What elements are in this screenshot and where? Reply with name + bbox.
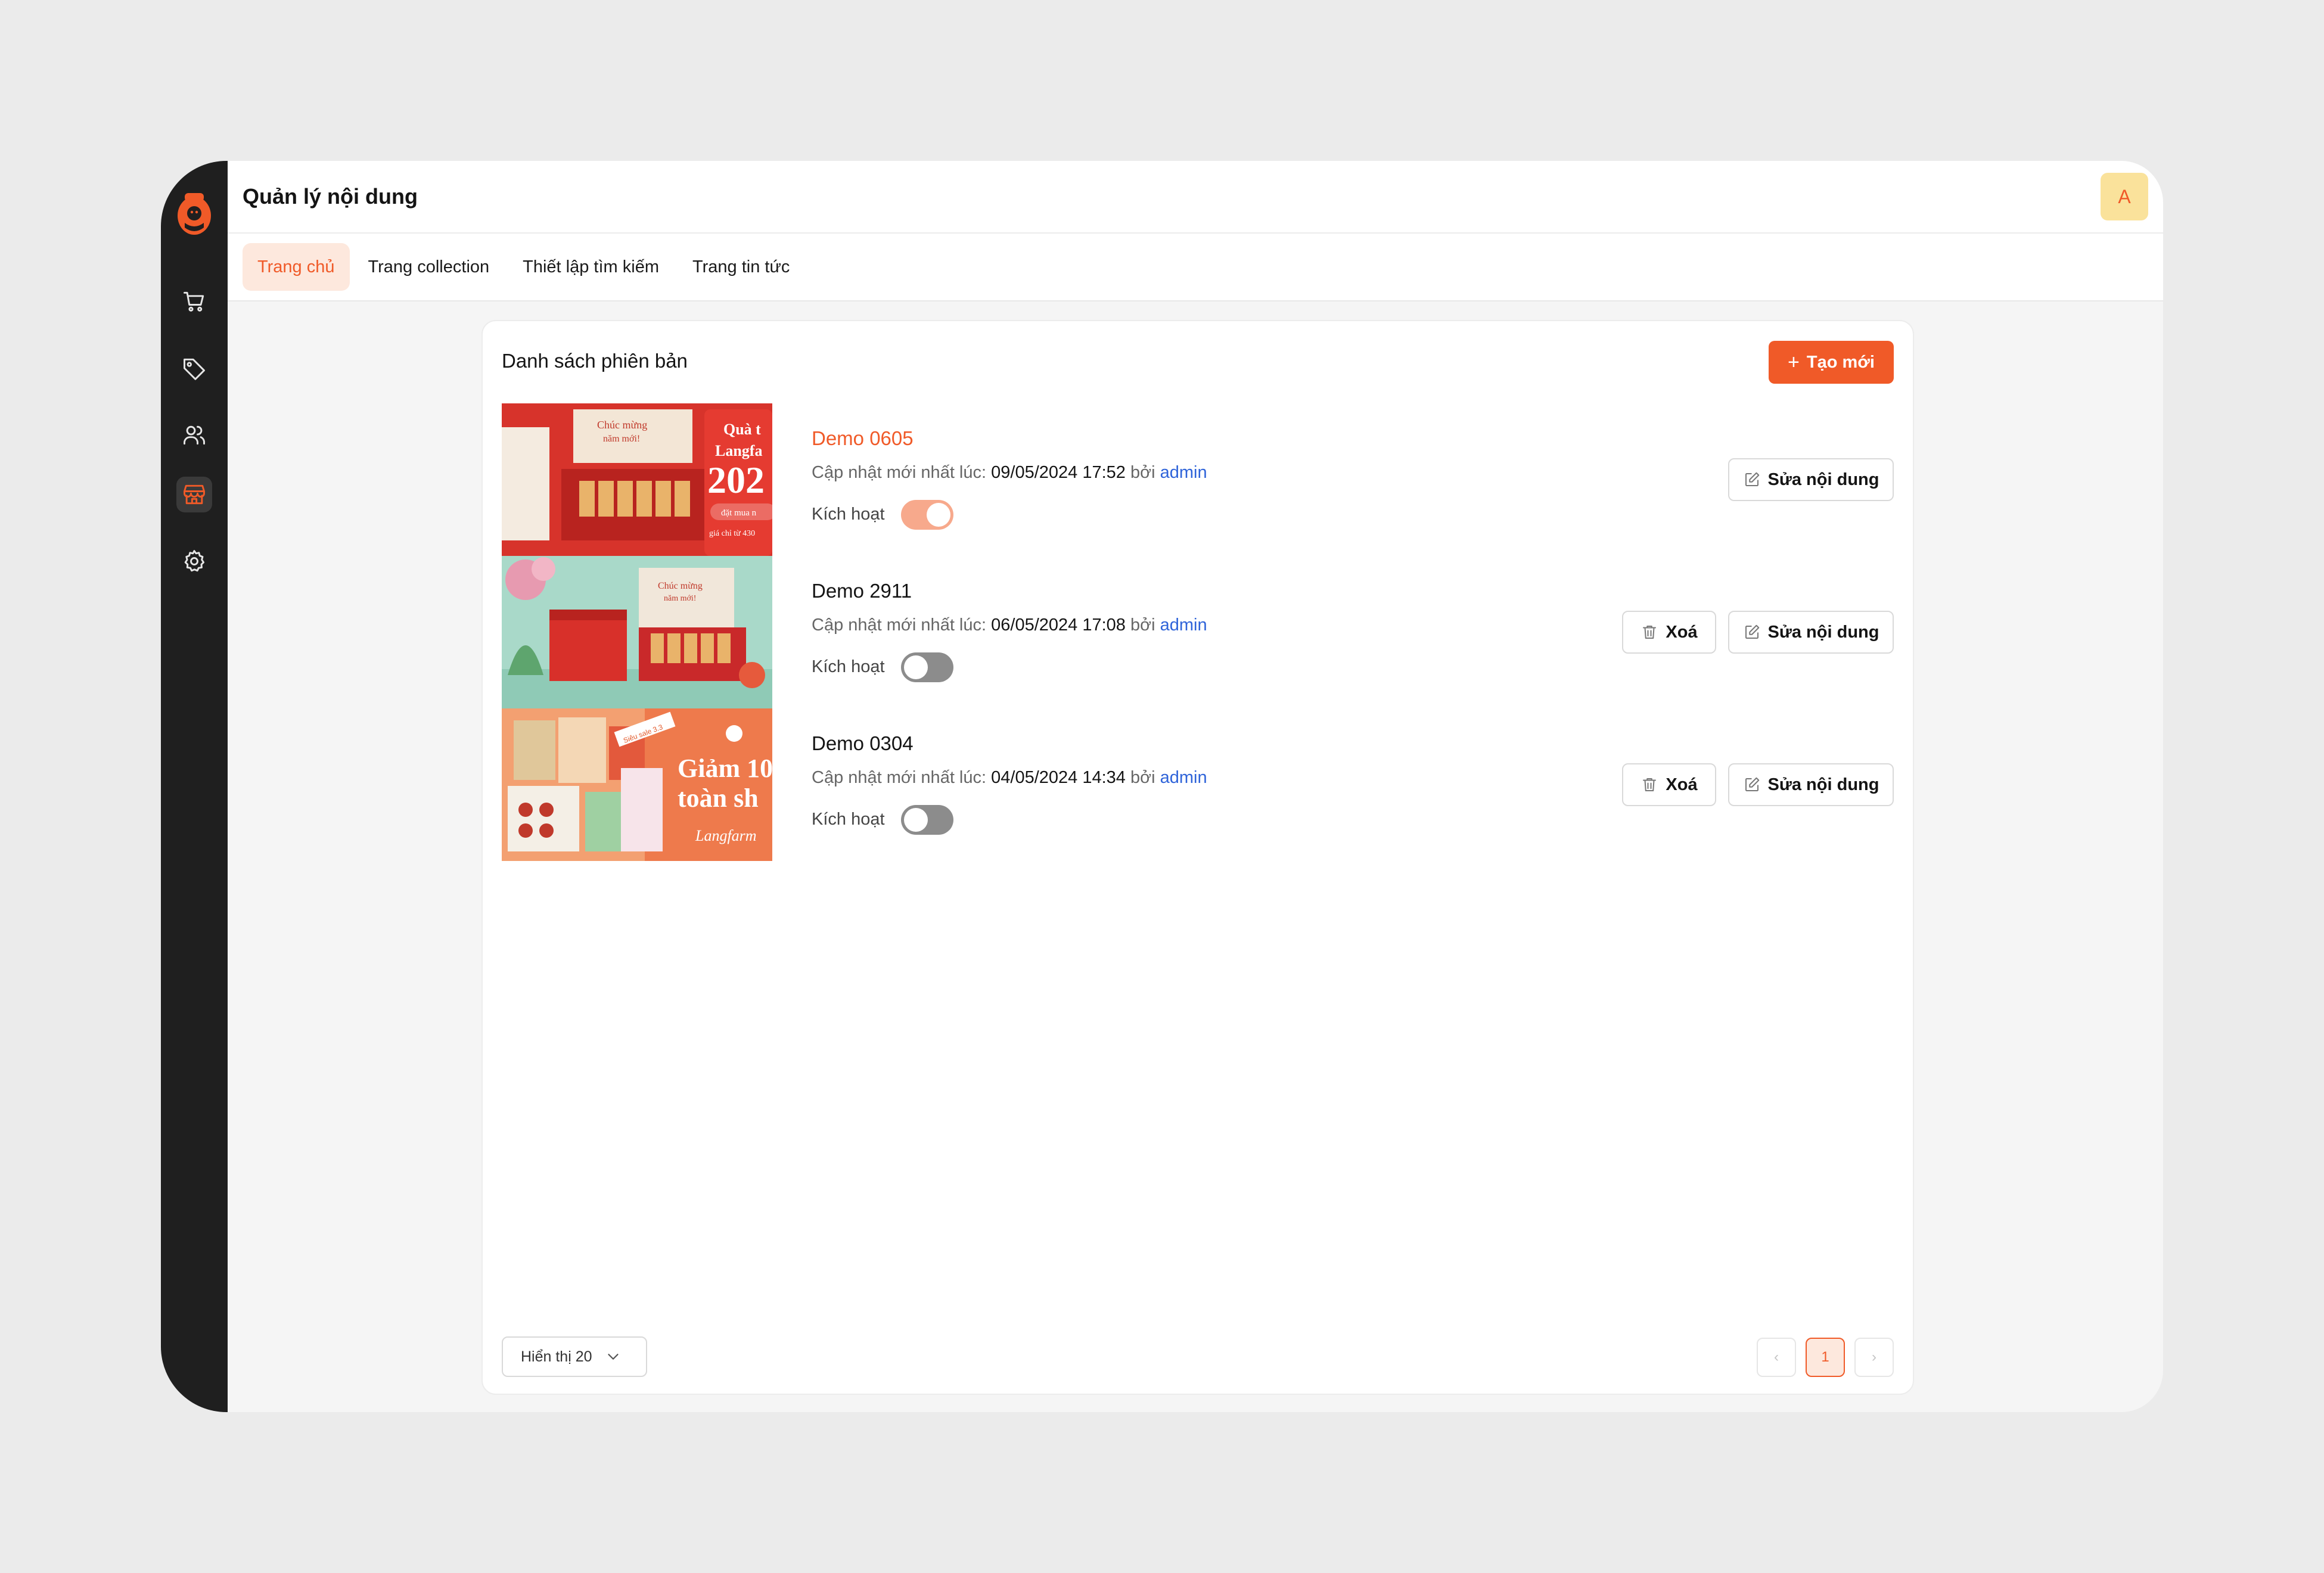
sidebar-item-content[interactable] <box>176 477 212 512</box>
active-toggle[interactable] <box>901 500 953 530</box>
chevron-down-icon <box>607 1354 619 1360</box>
gear-icon <box>184 550 205 572</box>
updated-at: 06/05/2024 17:08 <box>991 615 1126 635</box>
version-meta: Cập nhật mới nhất lúc: 09/05/2024 17:52 … <box>812 463 1207 483</box>
card-title: Danh sách phiên bản <box>502 350 688 372</box>
tab-news[interactable]: Trang tin tức <box>678 243 804 291</box>
delete-button-label: Xoá <box>1666 622 1698 642</box>
edit-content-button[interactable]: Sửa nội dung <box>1728 611 1894 654</box>
version-thumbnail[interactable]: Chúc mừng năm mới! Quà t Langfa 202 đặt … <box>502 403 772 556</box>
top-bar: Quản lý nội dung A <box>228 161 2163 234</box>
delete-button[interactable]: Xoá <box>1622 611 1716 654</box>
trash-icon <box>1643 778 1657 791</box>
version-meta: Cập nhật mới nhất lúc: 04/05/2024 14:34 … <box>812 768 1207 788</box>
storefront-icon <box>184 484 205 505</box>
banner-text: Quà t <box>723 421 761 438</box>
sidebar-item-customers[interactable] <box>176 417 212 453</box>
banner-text: toàn sh <box>678 784 759 813</box>
updated-at: 09/05/2024 17:52 <box>991 463 1126 482</box>
active-label: Kích hoạt <box>812 657 885 676</box>
plus-icon: + <box>1788 351 1800 374</box>
version-name[interactable]: Demo 0304 <box>812 732 914 755</box>
sidebar <box>161 161 228 1412</box>
edit-icon <box>1745 472 1759 486</box>
page-title: Quản lý nội dung <box>243 184 418 209</box>
banner-text: giá chỉ từ 430 <box>709 529 755 538</box>
active-toggle[interactable] <box>901 805 953 835</box>
banner-text: đặt mua n <box>721 508 757 518</box>
version-thumbnail[interactable]: Chúc mừng năm mới! <box>502 556 772 708</box>
version-thumbnail[interactable]: Siêu sale 3.3 Giảm 10 toàn sh Langfarm <box>502 708 772 861</box>
delete-button-label: Xoá <box>1666 775 1698 794</box>
sidebar-item-settings[interactable] <box>176 543 212 579</box>
users-icon <box>184 425 205 445</box>
toggle-knob <box>927 503 950 527</box>
list-item: Chúc mừng năm mới! Demo 2911 Cập nhật mớ… <box>502 556 1894 708</box>
avatar[interactable]: A <box>2101 173 2148 220</box>
active-label: Kích hoạt <box>812 505 885 524</box>
updated-by-link[interactable]: admin <box>1160 768 1207 787</box>
banner-text: Chúc mừng <box>658 581 703 591</box>
tab-home[interactable]: Trang chủ <box>243 243 350 291</box>
toggle-knob <box>904 655 928 679</box>
prev-page-button[interactable]: ‹ <box>1757 1338 1796 1377</box>
delete-button[interactable]: Xoá <box>1622 763 1716 806</box>
updated-at: 04/05/2024 14:34 <box>991 768 1126 787</box>
banner-text: năm mới! <box>603 434 640 444</box>
version-list-card: Danh sách phiên bản + Tạo mới Chúc mừng … <box>481 320 1914 1395</box>
brand-logo[interactable] <box>176 185 212 238</box>
page-button-current[interactable]: 1 <box>1806 1338 1845 1377</box>
banner-text: Langfa <box>715 442 762 459</box>
updated-by-link[interactable]: admin <box>1160 615 1207 635</box>
trash-icon <box>1643 626 1657 639</box>
tag-icon <box>184 358 205 380</box>
by-label: bởi <box>1130 768 1155 787</box>
updated-by-link[interactable]: admin <box>1160 463 1207 482</box>
by-label: bởi <box>1130 615 1155 635</box>
banner-text: 202 <box>707 459 765 501</box>
active-label: Kích hoạt <box>812 810 885 829</box>
edit-button-label: Sửa nội dung <box>1767 775 1879 794</box>
by-label: bởi <box>1130 463 1155 482</box>
toggle-knob <box>904 808 928 832</box>
page-size-label: Hiển thị 20 <box>521 1348 592 1365</box>
meta-prefix: Cập nhật mới nhất lúc: <box>812 768 987 787</box>
banner-text: Langfarm <box>695 827 757 844</box>
create-button-label: Tạo mới <box>1806 352 1875 372</box>
list-item: Siêu sale 3.3 Giảm 10 toàn sh Langfarm D… <box>502 708 1894 861</box>
edit-button-label: Sửa nội dung <box>1767 622 1879 642</box>
version-meta: Cập nhật mới nhất lúc: 06/05/2024 17:08 … <box>812 615 1207 635</box>
cart-icon <box>184 291 204 312</box>
edit-button-label: Sửa nội dung <box>1767 470 1879 489</box>
list-item: Chúc mừng năm mới! Quà t Langfa 202 đặt … <box>502 403 1894 556</box>
edit-icon <box>1745 777 1759 791</box>
tab-search-settings[interactable]: Thiết lập tìm kiếm <box>508 243 674 291</box>
pagination: ‹ 1 › <box>1757 1338 1894 1377</box>
sidebar-item-orders[interactable] <box>176 284 212 319</box>
edit-content-button[interactable]: Sửa nội dung <box>1728 458 1894 501</box>
sidebar-item-promotions[interactable] <box>176 350 212 386</box>
active-toggle[interactable] <box>901 652 953 682</box>
app-window: Quản lý nội dung A Trang chủ Trang colle… <box>161 161 2163 1412</box>
edit-content-button[interactable]: Sửa nội dung <box>1728 763 1894 806</box>
edit-icon <box>1745 624 1759 639</box>
tab-bar: Trang chủ Trang collection Thiết lập tìm… <box>228 234 2163 301</box>
next-page-button[interactable]: › <box>1854 1338 1894 1377</box>
tab-collection[interactable]: Trang collection <box>353 243 505 291</box>
version-name[interactable]: Demo 2911 <box>812 580 912 602</box>
banner-text: Giảm 10 <box>678 754 772 783</box>
create-button[interactable]: + Tạo mới <box>1769 341 1894 384</box>
page-size-select[interactable]: Hiển thị 20 <box>502 1336 647 1377</box>
meta-prefix: Cập nhật mới nhất lúc: <box>812 463 987 482</box>
version-name[interactable]: Demo 0605 <box>812 427 914 450</box>
meta-prefix: Cập nhật mới nhất lúc: <box>812 615 987 635</box>
banner-text: năm mới! <box>664 594 696 603</box>
banner-text: Chúc mừng <box>597 419 647 431</box>
